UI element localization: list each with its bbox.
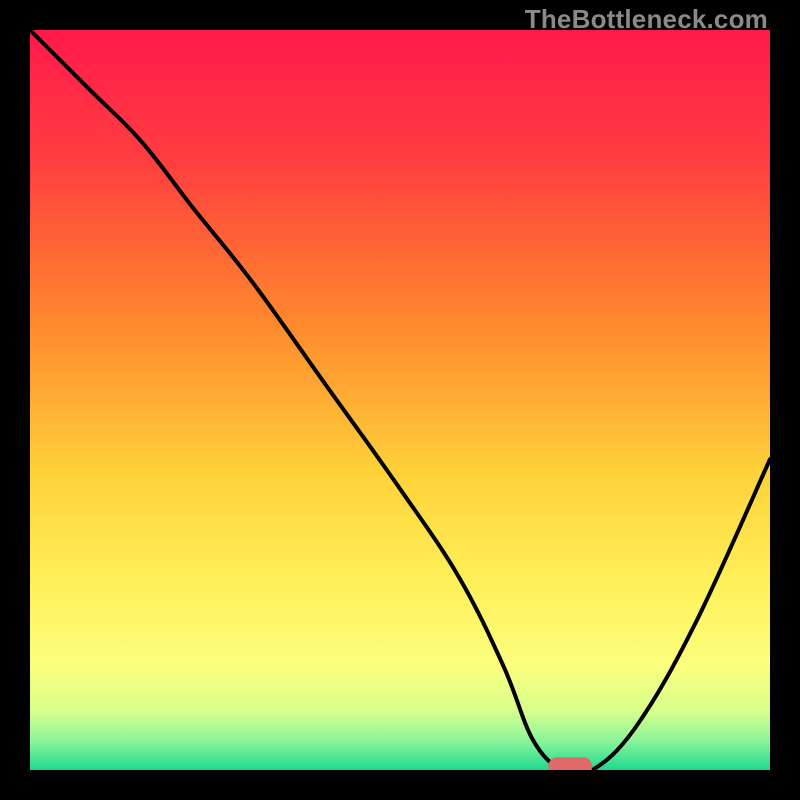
watermark-text: TheBottleneck.com — [525, 4, 768, 34]
watermark: TheBottleneck.com — [525, 4, 768, 35]
optimal-marker — [548, 757, 592, 770]
chart-frame — [30, 30, 770, 770]
chart-plot — [30, 30, 770, 770]
